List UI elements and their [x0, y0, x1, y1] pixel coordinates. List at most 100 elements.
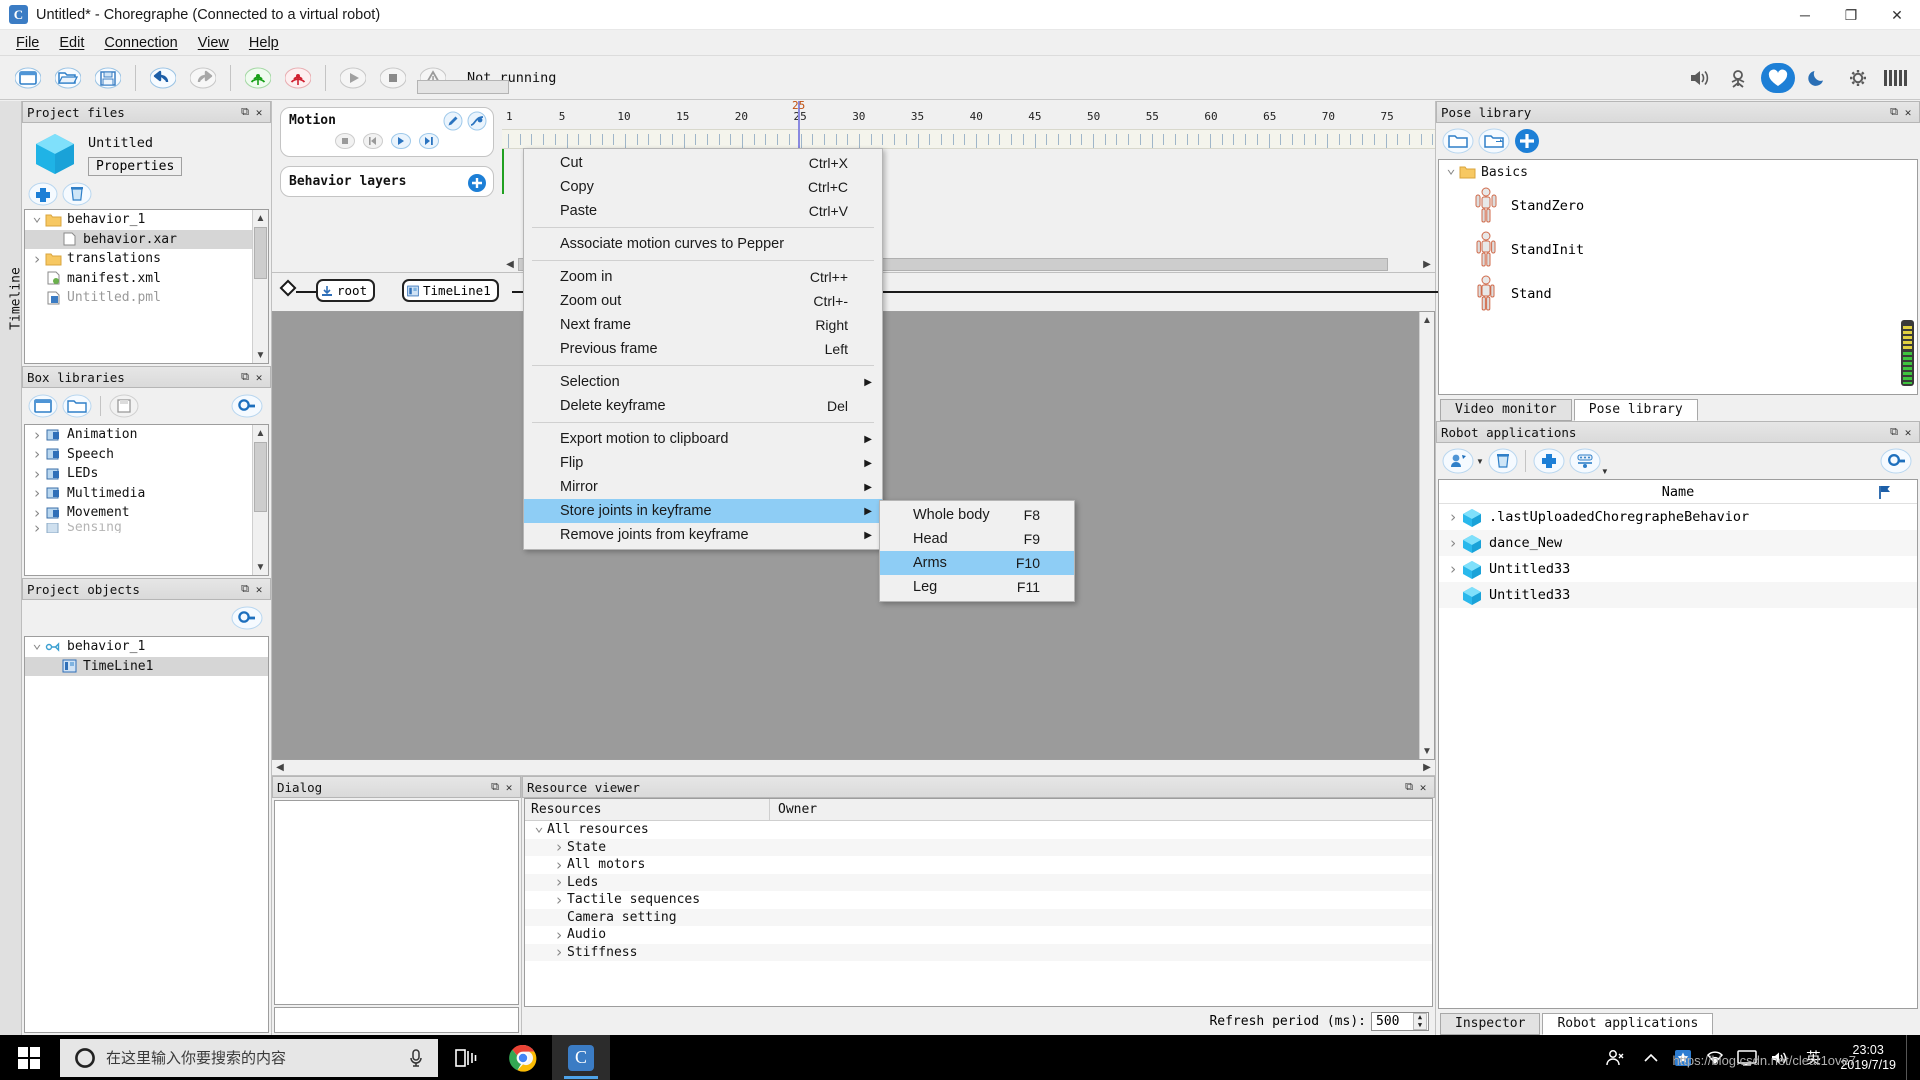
- box-libraries-float-icon[interactable]: ⧉: [238, 370, 252, 384]
- chevron-down-icon[interactable]: [1443, 163, 1459, 181]
- volume-icon[interactable]: [1681, 63, 1715, 93]
- scroll-up-icon[interactable]: ▲: [253, 425, 268, 441]
- submenu-item-head[interactable]: Head F9: [880, 527, 1074, 551]
- resource-row-state[interactable]: State: [525, 838, 1432, 856]
- dialog-float-icon[interactable]: ⧉: [488, 780, 502, 794]
- tab-robot-applications[interactable]: Robot applications: [1542, 1013, 1714, 1035]
- scroll-up-icon[interactable]: ▲: [1420, 312, 1434, 328]
- properties-button[interactable]: Properties: [88, 157, 183, 176]
- task-view-icon[interactable]: [438, 1035, 494, 1080]
- undo-icon[interactable]: [146, 63, 180, 93]
- menu-connection[interactable]: Connection: [94, 32, 187, 54]
- scroll-thumb[interactable]: [254, 442, 267, 512]
- chevron-right-icon[interactable]: [29, 465, 45, 483]
- flag-icon[interactable]: [1877, 484, 1893, 500]
- stop-icon[interactable]: [376, 63, 410, 93]
- chevron-right-icon[interactable]: [29, 523, 45, 533]
- resource-row-audio[interactable]: Audio: [525, 926, 1432, 944]
- tab-video-monitor[interactable]: Video monitor: [1440, 399, 1572, 421]
- add-behavior-layer-icon[interactable]: [467, 173, 487, 193]
- chevron-right-icon[interactable]: [551, 943, 567, 961]
- scroll-up-icon[interactable]: ▲: [253, 210, 268, 226]
- pose-row-standinit[interactable]: StandInit: [1439, 228, 1917, 272]
- open-library-icon[interactable]: [62, 393, 92, 419]
- column-name[interactable]: Name: [1662, 484, 1695, 500]
- chevron-right-icon[interactable]: [551, 891, 567, 909]
- flow-hscroll-track[interactable]: [288, 761, 1419, 774]
- menu-item-delete-keyframe[interactable]: Delete keyframe Del: [524, 394, 882, 418]
- resource-row-camera[interactable]: Camera setting: [525, 908, 1432, 926]
- resource-viewer-float-icon[interactable]: ⧉: [1402, 780, 1416, 794]
- timeline-vertical-tab[interactable]: Timeline: [0, 101, 24, 1035]
- maximize-button[interactable]: ❐: [1828, 0, 1874, 30]
- app-row-untitled33-b[interactable]: Untitled33: [1439, 582, 1917, 608]
- add-file-icon[interactable]: [28, 181, 58, 207]
- taskbar-app-chrome[interactable]: [494, 1035, 552, 1080]
- robot-applications-float-icon[interactable]: ⧉: [1887, 425, 1901, 439]
- object-row-timeline1[interactable]: TimeLine1: [25, 656, 268, 676]
- box-row-leds[interactable]: LEDs: [25, 464, 268, 484]
- open-pose-folder-icon[interactable]: [1442, 127, 1474, 155]
- gear-icon[interactable]: [1841, 63, 1875, 93]
- chevron-right-icon[interactable]: [551, 838, 567, 856]
- menu-item-next-frame[interactable]: Next frame Right: [524, 313, 882, 337]
- upload-app-dropdown-icon[interactable]: ▼: [1476, 457, 1484, 466]
- submenu-item-arms[interactable]: Arms F10: [880, 551, 1074, 575]
- battery-icon[interactable]: [1881, 63, 1911, 93]
- timeline-frames-strip[interactable]: [502, 129, 1435, 149]
- project-files-scrollbar[interactable]: ▲ ▼: [252, 210, 268, 363]
- export-pose-icon[interactable]: [1478, 127, 1510, 155]
- chevron-right-icon[interactable]: [551, 873, 567, 891]
- resource-viewer-table[interactable]: Resources Owner All resources State All …: [524, 798, 1433, 1007]
- scroll-down-icon[interactable]: ▼: [253, 347, 268, 363]
- menu-file[interactable]: File: [6, 32, 49, 54]
- pose-library-tree[interactable]: Basics StandZero Stand: [1438, 159, 1918, 395]
- chevron-right-icon[interactable]: [29, 504, 45, 522]
- stop-motion-icon[interactable]: [335, 131, 355, 151]
- resource-row-leds[interactable]: Leds: [525, 873, 1432, 891]
- app-row-lastuploaded[interactable]: .lastUploadedChoregrapheBehavior: [1439, 504, 1917, 530]
- tab-pose-library[interactable]: Pose library: [1573, 399, 1698, 421]
- play-forward-icon[interactable]: [391, 131, 411, 151]
- robot-applications-list[interactable]: Name .lastUploadedChoregrapheBehavior da…: [1438, 479, 1918, 1009]
- box-row-sensing[interactable]: Sensing: [25, 522, 268, 533]
- timeline-context-menu[interactable]: Cut Ctrl+X Copy Ctrl+C Paste Ctrl+V Asso…: [523, 148, 883, 550]
- menu-item-zoom-in[interactable]: Zoom in Ctrl++: [524, 265, 882, 289]
- box-row-speech[interactable]: Speech: [25, 445, 268, 465]
- play-icon[interactable]: [336, 63, 370, 93]
- new-library-icon[interactable]: [28, 393, 58, 419]
- menu-item-store-joints-in-keyframe[interactable]: Store joints in keyframe ▶: [524, 499, 882, 523]
- new-icon[interactable]: [11, 63, 45, 93]
- app-row-dance-new[interactable]: dance_New: [1439, 530, 1917, 556]
- project-objects-float-icon[interactable]: ⧉: [238, 582, 252, 596]
- chevron-right-icon[interactable]: [551, 856, 567, 874]
- menu-item-zoom-out[interactable]: Zoom out Ctrl+-: [524, 289, 882, 313]
- start-button[interactable]: [0, 1035, 58, 1080]
- close-button[interactable]: ✕: [1874, 0, 1920, 30]
- show-desktop-button[interactable]: [1906, 1035, 1914, 1080]
- object-row-behavior-1[interactable]: behavior_1: [25, 637, 268, 657]
- box-libraries-scrollbar[interactable]: ▲ ▼: [252, 425, 268, 575]
- add-pose-icon[interactable]: [1514, 128, 1540, 154]
- behavior-layers-card[interactable]: Behavior layers: [280, 166, 494, 197]
- play-loop-icon[interactable]: [419, 131, 439, 151]
- menu-item-associate-motion-curves[interactable]: Associate motion curves to Pepper: [524, 232, 882, 256]
- scroll-down-icon[interactable]: ▼: [253, 559, 268, 575]
- taskbar-app-choregraphe[interactable]: C: [552, 1035, 610, 1080]
- menu-item-paste[interactable]: Paste Ctrl+V: [524, 199, 882, 223]
- column-owner[interactable]: Owner: [770, 799, 1432, 820]
- pose-row-stand[interactable]: Stand: [1439, 272, 1917, 316]
- menu-item-cut[interactable]: Cut Ctrl+X: [524, 151, 882, 175]
- resource-row-stiffness[interactable]: Stiffness: [525, 943, 1432, 961]
- scroll-right-icon[interactable]: ▶: [1419, 259, 1435, 270]
- pose-row-standzero[interactable]: StandZero: [1439, 184, 1917, 228]
- stepper-down-icon[interactable]: ▼: [1418, 1021, 1422, 1029]
- flow-vscrollbar[interactable]: ▲ ▼: [1419, 312, 1434, 759]
- connect-icon[interactable]: [241, 63, 275, 93]
- column-resources[interactable]: Resources: [525, 799, 770, 820]
- chevron-down-icon[interactable]: [531, 821, 547, 839]
- resource-row-tactile[interactable]: Tactile sequences: [525, 891, 1432, 909]
- scroll-right-icon[interactable]: ▶: [1419, 762, 1435, 773]
- menu-item-flip[interactable]: Flip ▶: [524, 451, 882, 475]
- people-icon[interactable]: [1596, 1035, 1634, 1080]
